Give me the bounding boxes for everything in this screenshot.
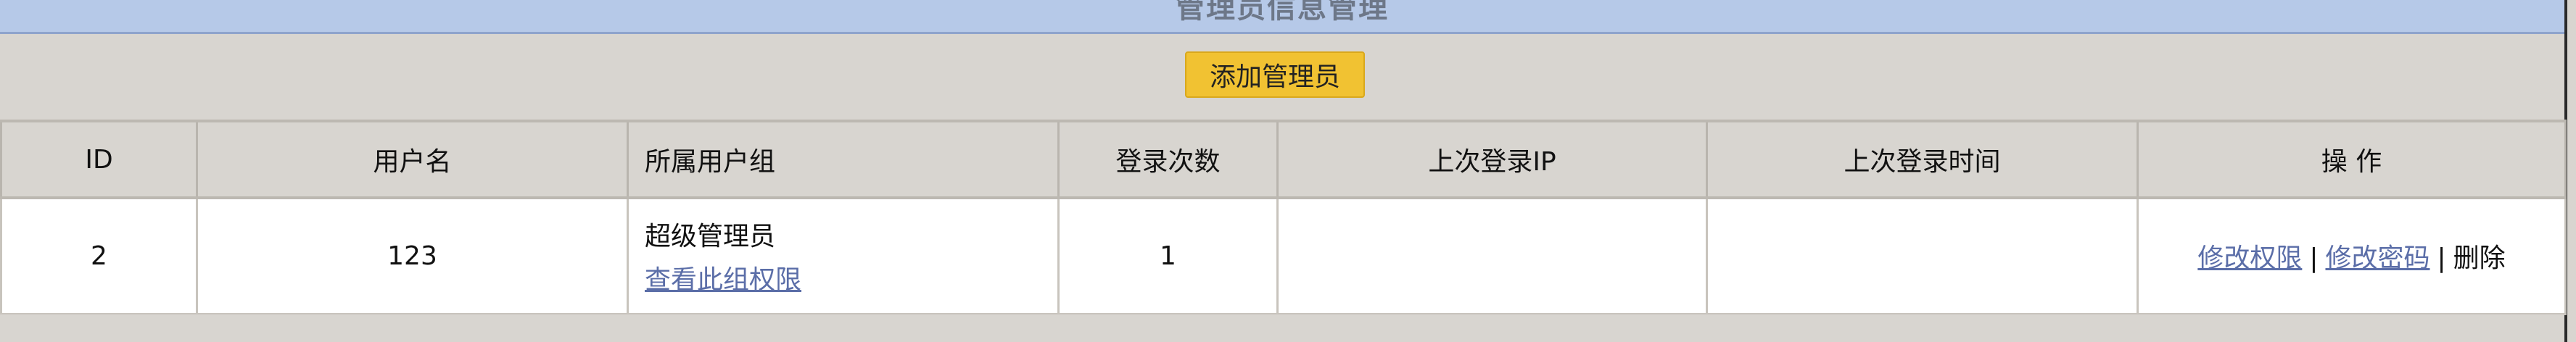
toolbar: 添加管理员: [0, 34, 2564, 120]
column-header-group: 所属用户组: [627, 120, 1060, 199]
title-bar: 管理员信息管理: [0, 0, 2564, 34]
column-header-id: ID: [0, 120, 198, 199]
cell-actions: 修改权限 | 修改密码 | 删除: [2137, 196, 2567, 315]
cell-group: 超级管理员 查看此组权限: [627, 196, 1060, 315]
bottom-band: [0, 314, 2564, 342]
change-password-link[interactable]: 修改密码: [2325, 243, 2430, 273]
column-header-login-count: 登录次数: [1057, 120, 1279, 199]
view-group-permissions-link[interactable]: 查看此组权限: [645, 259, 801, 296]
separator: |: [2309, 243, 2319, 274]
column-header-username: 用户名: [196, 120, 629, 199]
cell-username: 123: [196, 196, 629, 315]
separator: |: [2437, 243, 2446, 274]
page-title: 管理员信息管理: [1176, 0, 1389, 25]
table-header-row: ID 用户名 所属用户组 登录次数 上次登录IP 上次登录时间 操 作: [0, 120, 2567, 199]
table-row: 2 123 超级管理员 查看此组权限 1 修改权限 | 修改密码 | 删除: [0, 196, 2567, 315]
cell-login-count: 1: [1057, 196, 1279, 315]
cell-id: 2: [0, 196, 198, 315]
column-header-last-ip: 上次登录IP: [1276, 120, 1708, 199]
admin-table: ID 用户名 所属用户组 登录次数 上次登录IP 上次登录时间 操 作 2 12…: [0, 120, 2567, 315]
delete-link[interactable]: 删除: [2453, 243, 2506, 273]
edit-permissions-link[interactable]: 修改权限: [2197, 243, 2302, 273]
column-header-actions: 操 作: [2137, 120, 2567, 199]
add-admin-button[interactable]: 添加管理员: [1185, 51, 1365, 98]
cell-last-time: [1706, 196, 2139, 315]
admin-management-page: 管理员信息管理 添加管理员 ID 用户名 所属用户组 登录次数 上次登录IP 上…: [0, 0, 2567, 342]
column-header-last-time: 上次登录时间: [1706, 120, 2139, 199]
group-name: 超级管理员: [645, 222, 776, 252]
cell-last-ip: [1276, 196, 1708, 315]
